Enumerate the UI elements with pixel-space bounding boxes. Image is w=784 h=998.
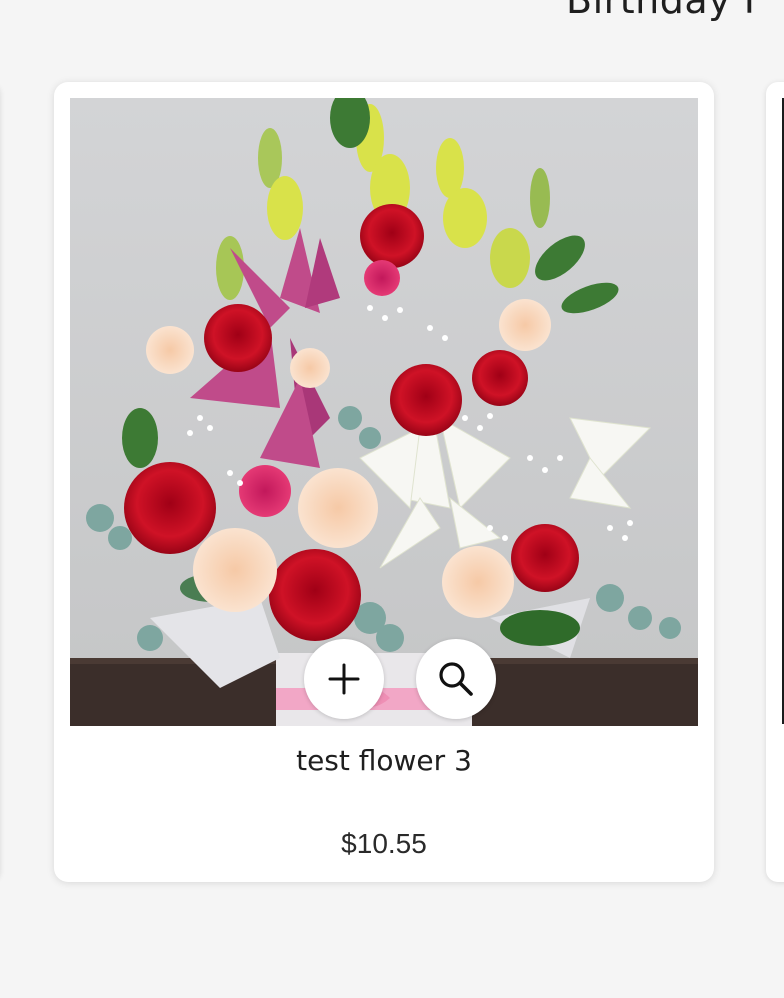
quick-view-button[interactable]: [416, 639, 496, 719]
product-title[interactable]: test flower 3: [54, 744, 714, 777]
search-icon: [439, 662, 473, 696]
add-to-cart-button[interactable]: [304, 639, 384, 719]
flower-bouquet-illustration: [70, 98, 698, 726]
section-heading: Birthday F: [566, 0, 767, 22]
next-product-card[interactable]: [766, 82, 784, 882]
product-card[interactable]: test flower 3 $10.55: [54, 82, 714, 882]
product-image[interactable]: [70, 98, 698, 726]
product-carousel-page: Birthday F test flower 3 $10.55: [0, 0, 784, 998]
product-price: $10.55: [341, 828, 427, 859]
plus-icon: [328, 663, 360, 695]
